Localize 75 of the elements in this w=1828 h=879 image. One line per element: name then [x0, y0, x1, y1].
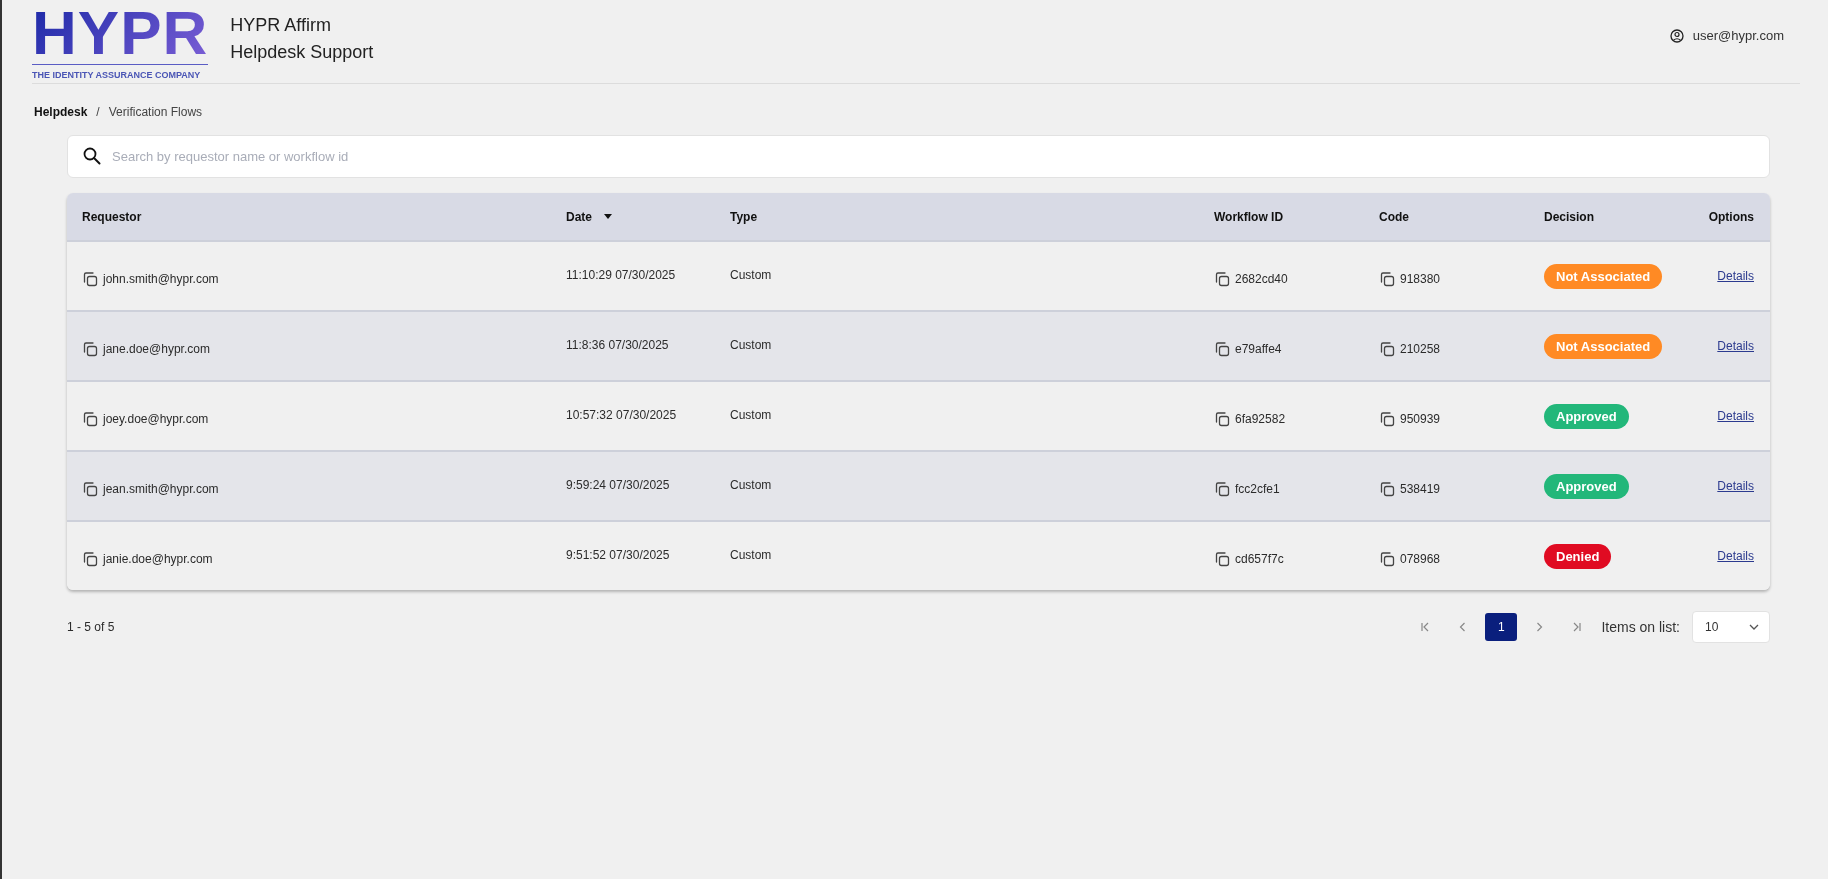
- search-field[interactable]: Search by requestor name or workflow id: [67, 135, 1770, 178]
- workflow-id: fcc2cfe1: [1235, 482, 1280, 496]
- verification-code: 950939: [1400, 412, 1441, 426]
- column-header: Workflow ID: [1214, 209, 1284, 224]
- column-header: Requestor: [82, 209, 142, 224]
- column-header: Type: [730, 209, 758, 224]
- copy-icon: [1379, 341, 1395, 357]
- table-cell-text: Custom: [730, 478, 773, 492]
- copy-icon: [1214, 271, 1230, 287]
- page-button[interactable]: 1: [1485, 613, 1518, 641]
- table-cell-text: 10:57:32 07/30/2025: [566, 408, 678, 422]
- details-link[interactable]: Details: [1717, 479, 1754, 493]
- items-per-page-label: Items on list:: [1601, 619, 1680, 635]
- table-cell-text: Custom: [730, 408, 773, 422]
- copy-icon: [1214, 551, 1230, 567]
- decision-badge: Not Associated: [1544, 333, 1663, 359]
- copy-icon: [1379, 411, 1395, 427]
- copy-icon: [1214, 411, 1230, 427]
- table-cell-text: Custom: [730, 548, 773, 562]
- verification-code: 078968: [1400, 552, 1441, 566]
- logo-tagline: THE IDENTITY ASSURANCE COMPANY: [32, 70, 202, 80]
- pagination-summary: 1 - 5 of 5: [67, 620, 115, 634]
- decision-badge: Approved: [1544, 473, 1629, 499]
- sort-down-icon: [604, 214, 612, 219]
- table-cell-text: 11:10:29 07/30/2025: [566, 268, 677, 282]
- verification-code: 918380: [1400, 272, 1441, 286]
- copy-icon: [82, 271, 98, 287]
- first-page-icon: [1420, 622, 1431, 632]
- table-cell-text: Custom: [730, 338, 773, 352]
- breadcrumb-separator: /: [96, 105, 100, 119]
- user-icon: [1669, 28, 1684, 43]
- requestor-email: jean.smith@hypr.com: [103, 482, 219, 496]
- details-link[interactable]: Details: [1717, 339, 1754, 353]
- decision-badge: Denied: [1544, 543, 1612, 569]
- items-per-page-select[interactable]: 10: [1692, 611, 1770, 643]
- app-subtitle: Helpdesk Support: [230, 41, 374, 64]
- requestor-email: joey.doe@hypr.com: [103, 412, 209, 426]
- requestor-email: john.smith@hypr.com: [103, 272, 219, 286]
- copy-icon: [1379, 481, 1395, 497]
- column-header: Decision: [1544, 209, 1594, 224]
- verification-code: 210258: [1400, 342, 1441, 356]
- breadcrumb-link[interactable]: Helpdesk: [34, 105, 88, 119]
- copy-icon: [82, 481, 98, 497]
- copy-icon: [82, 551, 98, 567]
- copy-icon: [1214, 481, 1230, 497]
- next-page-icon: [1534, 622, 1545, 632]
- copy-icon: [82, 341, 98, 357]
- requestor-email: jane.doe@hypr.com: [103, 342, 210, 356]
- column-header: Options: [1708, 209, 1754, 224]
- details-link[interactable]: Details: [1717, 409, 1754, 423]
- workflow-id: cd657f7c: [1235, 552, 1284, 566]
- table-cell-text: Custom: [730, 268, 773, 282]
- copy-icon: [1379, 271, 1395, 287]
- details-link[interactable]: Details: [1717, 269, 1754, 283]
- workflow-id: e79affe4: [1235, 342, 1282, 356]
- copy-icon: [1379, 551, 1395, 567]
- table-cell-text: 9:51:52 07/30/2025: [566, 548, 671, 562]
- verification-code: 538419: [1400, 482, 1441, 496]
- last-page-icon: [1572, 622, 1583, 632]
- copy-icon: [1214, 341, 1230, 357]
- column-header[interactable]: Date: [566, 209, 592, 224]
- table-cell-text: 9:59:24 07/30/2025: [566, 478, 671, 492]
- workflow-id: 6fa92582: [1235, 412, 1286, 426]
- decision-badge: Not Associated: [1544, 263, 1663, 289]
- app-title: HYPR Affirm: [230, 14, 332, 37]
- details-link[interactable]: Details: [1717, 549, 1754, 563]
- copy-icon: [82, 411, 98, 427]
- requestor-email: janie.doe@hypr.com: [103, 552, 213, 566]
- decision-badge: Approved: [1544, 403, 1629, 429]
- chevron-down-icon: [1749, 624, 1759, 630]
- user-email[interactable]: user@hypr.com: [1692, 28, 1784, 43]
- breadcrumb-current: Verification Flows: [108, 105, 203, 119]
- table-cell-text: 11:8:36 07/30/2025: [566, 338, 670, 352]
- workflow-id: 2682cd40: [1235, 272, 1288, 286]
- column-header: Code: [1379, 209, 1409, 224]
